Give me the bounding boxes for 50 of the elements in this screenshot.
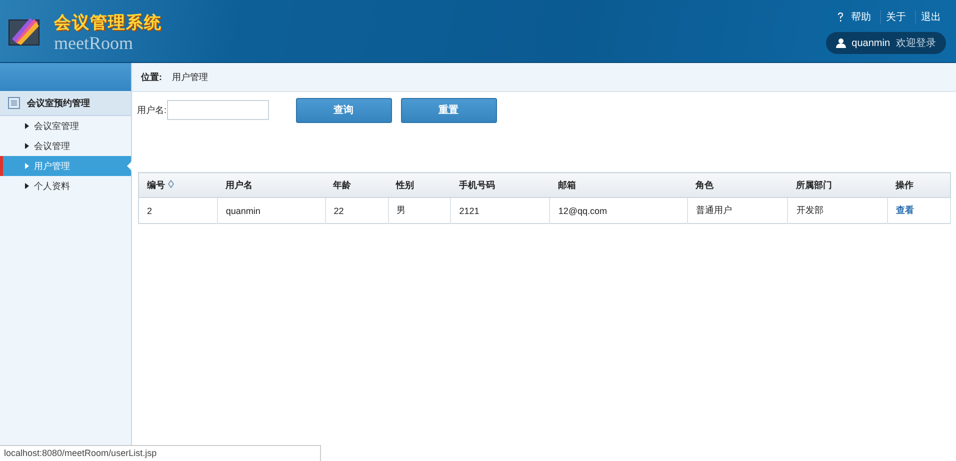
breadcrumb-label: 位置: xyxy=(141,70,162,84)
logo-icon xyxy=(8,17,42,47)
column-header: 操作 xyxy=(887,172,950,198)
sidebar-item[interactable]: 个人资料 xyxy=(0,176,131,196)
sidebar-item-label: 会议室管理 xyxy=(34,120,79,132)
user-icon xyxy=(836,38,846,48)
table-cell: 22 xyxy=(325,198,388,224)
app-title: 会议管理系统 xyxy=(54,12,162,34)
view-link[interactable]: 查看 xyxy=(896,205,914,215)
triangle-icon xyxy=(25,163,29,169)
triangle-icon xyxy=(25,123,29,129)
column-header: 邮箱 xyxy=(550,172,688,198)
sidebar-item[interactable]: 会议管理 xyxy=(0,136,131,156)
action-button[interactable]: 查询 xyxy=(296,98,392,122)
sidebar-group[interactable]: 会议室预约管理 xyxy=(0,91,131,116)
sort-icon xyxy=(168,180,174,188)
list-icon xyxy=(8,97,20,109)
table-cell: 普通用户 xyxy=(688,198,788,224)
table-cell: 男 xyxy=(388,198,451,224)
table-cell: 开发部 xyxy=(788,198,888,224)
column-header: 所属部门 xyxy=(788,172,888,198)
username: quanmin xyxy=(852,38,890,48)
column-header: 年龄 xyxy=(325,172,388,198)
table-cell: 2 xyxy=(138,198,218,224)
column-header: 手机号码 xyxy=(450,172,550,198)
header-link[interactable]: 关于 xyxy=(880,10,911,24)
triangle-icon xyxy=(25,183,29,189)
column-header[interactable]: 编号 xyxy=(138,172,218,198)
header-link[interactable]: 退出 xyxy=(915,10,946,24)
header-link[interactable]: 帮助 xyxy=(849,10,876,24)
table-cell: quanmin xyxy=(217,198,326,224)
table-cell: 12@qq.com xyxy=(550,198,688,224)
action-button[interactable]: 重置 xyxy=(400,98,497,122)
sidebar-item[interactable]: 会议室管理 xyxy=(0,116,131,136)
username-field[interactable] xyxy=(166,100,269,120)
welcome-text: 欢迎登录 xyxy=(896,36,936,50)
column-header: 用户名 xyxy=(217,172,326,198)
status-bar: localhost:8080/meetRoom/userList.jsp xyxy=(0,445,321,461)
help-icon xyxy=(836,12,845,22)
sidebar-item-label: 会议管理 xyxy=(34,140,70,152)
field-label: 用户名: xyxy=(137,104,167,116)
sidebar-item-label: 个人资料 xyxy=(34,180,70,192)
column-header: 角色 xyxy=(688,172,788,198)
app-subtitle: meetRoom xyxy=(54,34,134,52)
column-header: 性别 xyxy=(388,172,451,198)
table-cell: 2121 xyxy=(450,198,550,224)
sidebar-item-label: 用户管理 xyxy=(34,160,70,172)
breadcrumb-current: 用户管理 xyxy=(172,70,208,84)
sidebar-group-title: 会议室预约管理 xyxy=(27,96,90,110)
triangle-icon xyxy=(25,143,29,149)
